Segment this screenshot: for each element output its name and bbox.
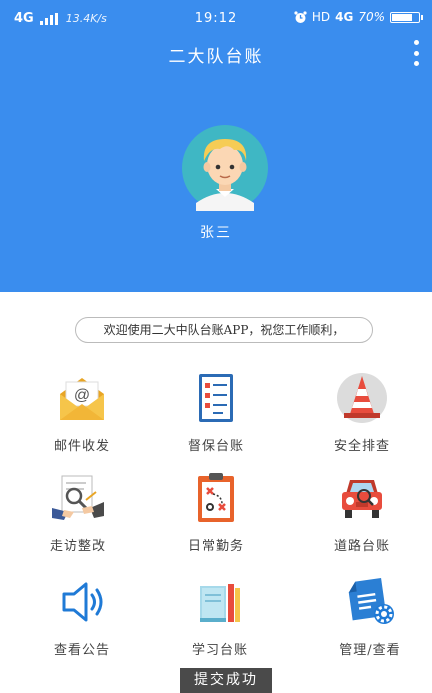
battery-icon	[390, 11, 423, 23]
toast-message: 提交成功	[180, 668, 272, 693]
mail-icon: @	[60, 378, 104, 420]
clipboard-plan-icon	[198, 473, 234, 522]
menu-item-label: 督保台账	[187, 439, 244, 454]
alarm-icon	[294, 10, 307, 23]
traffic-cone-icon	[337, 373, 387, 423]
menu-item-label: 走访整改	[49, 539, 106, 554]
menu-item-visit-rectify[interactable]: 走访整改	[8, 472, 148, 562]
menu-item-mail[interactable]: @ 邮件收发	[12, 372, 152, 462]
inspection-icon	[52, 475, 104, 520]
hd-indicator: HD	[311, 10, 331, 24]
network-type-2: 4G	[335, 10, 354, 24]
menu-item-label: 查看公告	[53, 643, 110, 658]
checklist-icon	[199, 374, 233, 422]
menu-item-label: 邮件收发	[53, 439, 110, 454]
menu-item-label: 管理/查看	[339, 643, 401, 658]
avatar[interactable]	[182, 125, 268, 211]
menu-item-manage-view[interactable]: 管理/查看	[300, 576, 432, 666]
menu-item-label: 道路台账	[333, 539, 390, 554]
header: 4G 13.4K/s 19:12 HD 4G 70% 二大队台账 张三	[0, 0, 432, 292]
speaker-icon	[62, 582, 103, 622]
username: 张三	[200, 225, 232, 241]
menu-item-label: 学习台账	[191, 643, 248, 658]
battery-percent: 70%	[358, 10, 385, 24]
menu-item-study-ledger[interactable]: 学习台账	[150, 576, 290, 666]
svg-text:@: @	[74, 387, 90, 404]
car-icon	[342, 480, 382, 518]
document-gear-icon	[348, 577, 394, 624]
menu-item-label: 安全排查	[333, 439, 390, 454]
welcome-banner: 欢迎使用二大中队台账APP，祝您工作顺利，	[75, 317, 373, 343]
menu-item-announcements[interactable]: 查看公告	[12, 576, 152, 666]
menu-item-daily-duty[interactable]: 日常勤务	[146, 472, 286, 562]
menu-item-safety-check[interactable]: 安全排查	[292, 372, 432, 462]
page-title: 二大队台账	[168, 47, 264, 67]
status-right: HD 4G 70%	[294, 10, 423, 24]
menu-item-label: 日常勤务	[187, 539, 244, 554]
menu-item-supervision[interactable]: 督保台账	[146, 372, 286, 462]
battery-fill	[392, 13, 412, 21]
menu-item-road-ledger[interactable]: 道路台账	[292, 472, 432, 562]
more-menu-icon[interactable]	[408, 40, 424, 66]
books-icon	[200, 584, 240, 622]
status-bar: 4G 13.4K/s 19:12 HD 4G 70%	[0, 0, 432, 36]
